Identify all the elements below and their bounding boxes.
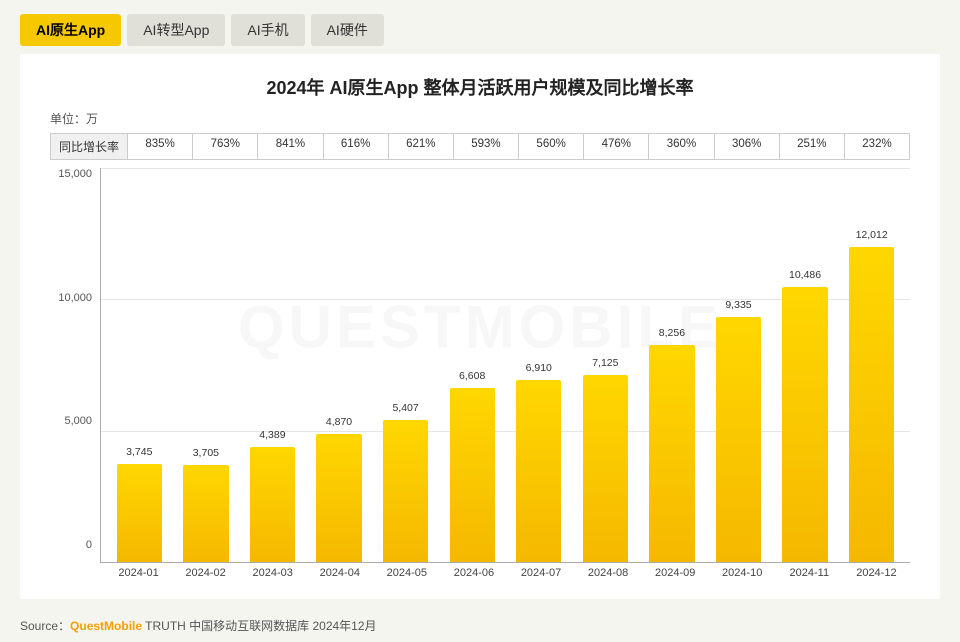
bar-11: 12,012 bbox=[849, 247, 894, 563]
x-label-5: 2024-06 bbox=[440, 567, 507, 579]
tab-ai-native[interactable]: AI原生App bbox=[20, 14, 121, 46]
bar-2: 4,389 bbox=[250, 447, 295, 562]
bar-group-0: 3,745 bbox=[106, 168, 173, 562]
yoy-cells: 835%763%841%616%621%593%560%476%360%306%… bbox=[128, 134, 909, 159]
bar-value-6: 6,910 bbox=[526, 362, 552, 374]
source-brand: QuestMobile bbox=[70, 619, 142, 633]
yoy-cell-2: 841% bbox=[258, 134, 323, 159]
source-suffix: TRUTH 中国移动互联网数据库 2024年12月 bbox=[142, 619, 377, 633]
bar-group-6: 6,910 bbox=[505, 168, 572, 562]
bar-8: 8,256 bbox=[649, 345, 694, 562]
yoy-cell-0: 835% bbox=[128, 134, 193, 159]
x-labels: 2024-012024-022024-032024-042024-052024-… bbox=[100, 567, 910, 579]
yoy-table: 同比增长率 835%763%841%616%621%593%560%476%36… bbox=[50, 133, 910, 160]
x-label-4: 2024-05 bbox=[373, 567, 440, 579]
source-row: Source：QuestMobile TRUTH 中国移动互联网数据库 2024… bbox=[0, 609, 960, 642]
x-label-8: 2024-09 bbox=[642, 567, 709, 579]
bar-6: 6,910 bbox=[516, 380, 561, 562]
yoy-cell-8: 360% bbox=[649, 134, 714, 159]
bar-value-11: 12,012 bbox=[856, 229, 888, 241]
x-label-10: 2024-11 bbox=[776, 567, 843, 579]
bar-value-5: 6,608 bbox=[459, 370, 485, 382]
yoy-cell-9: 306% bbox=[715, 134, 780, 159]
bar-value-3: 4,870 bbox=[326, 416, 352, 428]
x-label-0: 2024-01 bbox=[105, 567, 172, 579]
y-axis-label-2: 5,000 bbox=[64, 415, 92, 427]
bar-group-2: 4,389 bbox=[239, 168, 306, 562]
bar-value-7: 7,125 bbox=[592, 357, 618, 369]
bar-group-1: 3,705 bbox=[173, 168, 240, 562]
bar-group-10: 10,486 bbox=[772, 168, 839, 562]
x-label-9: 2024-10 bbox=[709, 567, 776, 579]
yoy-header: 同比增长率 bbox=[51, 134, 128, 159]
bar-0: 3,745 bbox=[117, 464, 162, 562]
yoy-cell-11: 232% bbox=[845, 134, 909, 159]
yoy-cell-7: 476% bbox=[584, 134, 649, 159]
x-label-7: 2024-08 bbox=[575, 567, 642, 579]
bar-5: 6,608 bbox=[450, 388, 495, 562]
x-label-6: 2024-07 bbox=[507, 567, 574, 579]
source-prefix: Source： bbox=[20, 619, 70, 633]
tab-ai-transform[interactable]: AI转型App bbox=[127, 14, 225, 46]
bar-value-8: 8,256 bbox=[659, 327, 685, 339]
bar-4: 5,407 bbox=[383, 420, 428, 562]
bar-value-10: 10,486 bbox=[789, 269, 821, 281]
bar-group-4: 5,407 bbox=[372, 168, 439, 562]
yoy-cell-3: 616% bbox=[324, 134, 389, 159]
bar-9: 9,335 bbox=[716, 317, 761, 562]
yoy-cell-1: 763% bbox=[193, 134, 258, 159]
x-label-1: 2024-02 bbox=[172, 567, 239, 579]
bar-group-8: 8,256 bbox=[639, 168, 706, 562]
chart-title: 2024年 AI原生App 整体月活跃用户规模及同比增长率 bbox=[50, 74, 910, 100]
chart-container: QUESTMOBILE 2024年 AI原生App 整体月活跃用户规模及同比增长… bbox=[20, 54, 940, 599]
bar-value-9: 9,335 bbox=[725, 299, 751, 311]
bar-group-7: 7,125 bbox=[572, 168, 639, 562]
bar-3: 4,870 bbox=[316, 434, 361, 562]
unit-label: 单位：万 bbox=[50, 110, 910, 127]
yoy-cell-5: 593% bbox=[454, 134, 519, 159]
bar-group-3: 4,870 bbox=[306, 168, 373, 562]
x-label-11: 2024-12 bbox=[843, 567, 910, 579]
yoy-cell-4: 621% bbox=[389, 134, 454, 159]
bar-value-4: 5,407 bbox=[392, 402, 418, 414]
chart-inner: 3,745 3,705 4,389 4,870 5,407 6,608 6,910 7,125… bbox=[100, 168, 910, 579]
yoy-cell-6: 560% bbox=[519, 134, 584, 159]
bar-value-1: 3,705 bbox=[193, 447, 219, 459]
tab-bar: AI原生App AI转型App AI手机 AI硬件 bbox=[0, 0, 960, 54]
bars-area: 3,745 3,705 4,389 4,870 5,407 6,608 6,910 7,125… bbox=[100, 168, 910, 563]
y-axis: 15,000 10,000 5,000 0 bbox=[50, 168, 100, 579]
y-axis-label-0: 15,000 bbox=[58, 168, 92, 180]
bar-10: 10,486 bbox=[782, 287, 827, 562]
bar-group-5: 6,608 bbox=[439, 168, 506, 562]
y-axis-label-3: 0 bbox=[86, 539, 92, 551]
tab-ai-phone[interactable]: AI手机 bbox=[231, 14, 304, 46]
bars-row: 3,745 3,705 4,389 4,870 5,407 6,608 6,910 7,125… bbox=[101, 168, 910, 562]
bar-chart-area: 15,000 10,000 5,000 0 3,745 3,705 4,389 4,870 5… bbox=[50, 168, 910, 579]
bar-group-11: 12,012 bbox=[838, 168, 905, 562]
x-label-2: 2024-03 bbox=[239, 567, 306, 579]
bar-7: 7,125 bbox=[583, 375, 628, 562]
yoy-cell-10: 251% bbox=[780, 134, 845, 159]
bar-group-9: 9,335 bbox=[705, 168, 772, 562]
bar-value-2: 4,389 bbox=[259, 429, 285, 441]
x-label-3: 2024-04 bbox=[306, 567, 373, 579]
tab-ai-hardware[interactable]: AI硬件 bbox=[311, 14, 384, 46]
bar-1: 3,705 bbox=[183, 465, 228, 562]
y-axis-label-1: 10,000 bbox=[58, 292, 92, 304]
bar-value-0: 3,745 bbox=[126, 446, 152, 458]
